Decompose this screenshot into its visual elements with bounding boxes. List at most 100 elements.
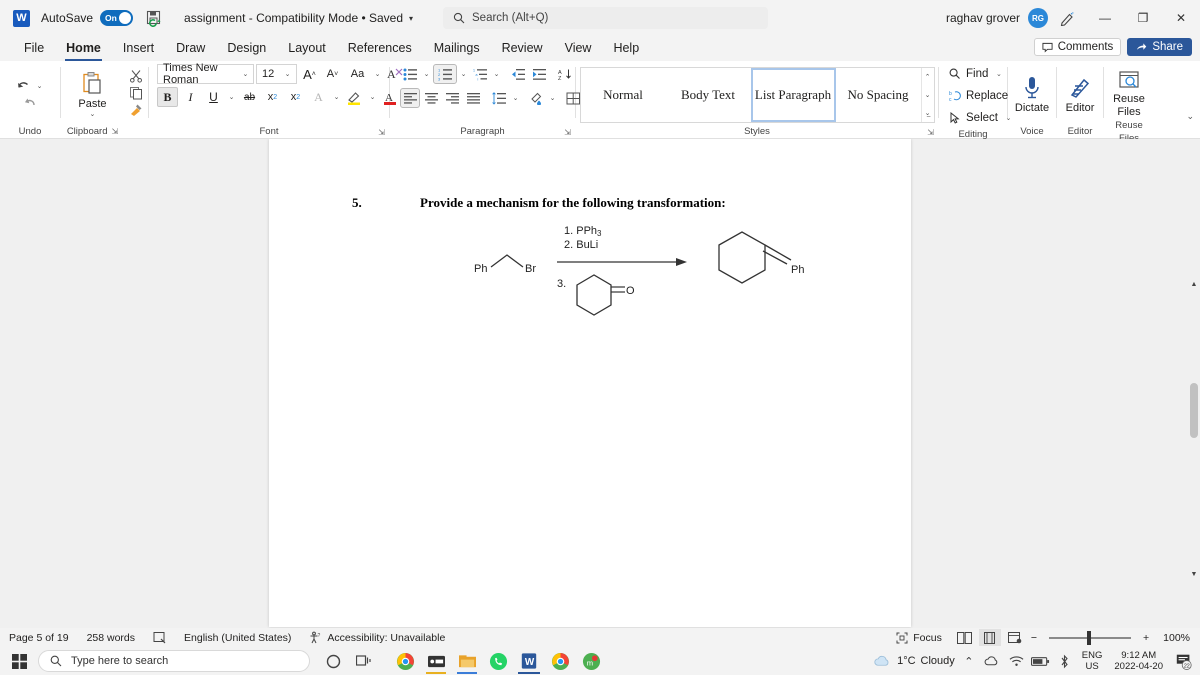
word-taskbar-icon[interactable]: W xyxy=(516,648,542,674)
onedrive-icon[interactable] xyxy=(983,648,1003,674)
style-no-spacing[interactable]: No Spacing xyxy=(836,68,921,122)
change-case-button[interactable]: Aa xyxy=(345,64,370,84)
zoom-slider[interactable] xyxy=(1049,630,1131,645)
subscript-button[interactable]: x2 xyxy=(262,87,283,107)
shading-chevron-down-icon[interactable]: ⌄ xyxy=(547,94,558,102)
superscript-button[interactable]: x2 xyxy=(285,87,306,107)
paste-button[interactable]: Paste ⌄ xyxy=(74,69,110,120)
scroll-down-icon[interactable]: ▼ xyxy=(1188,568,1200,581)
weather-widget[interactable]: 1°C Cloudy xyxy=(873,654,955,669)
vertical-scrollbar[interactable]: ▲ ▼ xyxy=(1188,278,1200,581)
files-icon[interactable] xyxy=(454,648,480,674)
zoom-slider-thumb[interactable] xyxy=(1087,630,1091,645)
increase-indent-button[interactable] xyxy=(529,64,549,84)
highlight-button[interactable] xyxy=(344,87,365,107)
search-box[interactable]: Search (Alt+Q) xyxy=(443,7,768,29)
underline-button[interactable]: U xyxy=(203,87,224,107)
tab-draw[interactable]: Draw xyxy=(165,36,216,61)
language-indicator[interactable]: English (United States) xyxy=(175,632,300,644)
grow-font-button[interactable]: A ˄ xyxy=(299,64,320,84)
line-spacing-button[interactable] xyxy=(489,88,509,108)
teams-icon[interactable]: m xyxy=(578,648,604,674)
tab-design[interactable]: Design xyxy=(216,36,277,61)
replace-button[interactable]: bc Replace xyxy=(946,86,1011,106)
decrease-indent-button[interactable] xyxy=(508,64,528,84)
numbering-button[interactable]: 1 2 3 xyxy=(433,64,457,84)
font-name-chevron-down-icon[interactable]: ⌄ xyxy=(241,70,250,78)
tab-insert[interactable]: Insert xyxy=(112,36,165,61)
tab-help[interactable]: Help xyxy=(602,36,650,61)
styles-gallery-scrollbar[interactable]: ⌃ ⌄ ⌄̲ xyxy=(920,68,934,122)
undo-dropdown-icon[interactable]: ⌄ xyxy=(34,82,45,90)
proofing-errors-icon[interactable] xyxy=(144,631,175,644)
chevron-up-icon[interactable]: ⌃ xyxy=(959,648,979,674)
tab-mailings[interactable]: Mailings xyxy=(423,36,491,61)
language-tray[interactable]: ENG US xyxy=(1079,650,1106,672)
accessibility-indicator[interactable]: ? Accessibility: Unavailable xyxy=(300,631,454,644)
collapse-ribbon-icon[interactable]: ⌄ xyxy=(1186,111,1194,122)
close-button[interactable]: ✕ xyxy=(1162,0,1200,36)
text-effects-button[interactable]: A xyxy=(308,87,329,107)
ribbon-display-options-icon[interactable] xyxy=(1048,0,1086,36)
justify-button[interactable] xyxy=(463,88,483,108)
editor-button[interactable]: Editor xyxy=(1062,73,1099,116)
styles-gallery[interactable]: Normal Body Text List Paragraph No Spaci… xyxy=(579,67,935,123)
restore-button[interactable]: ❐ xyxy=(1124,0,1162,36)
save-icon[interactable] xyxy=(145,9,163,27)
zoom-in-button[interactable]: + xyxy=(1141,632,1151,644)
focus-button[interactable]: Focus xyxy=(887,632,951,644)
zoom-level[interactable]: 100% xyxy=(1154,632,1196,644)
sort-az-icon[interactable]: AZ xyxy=(555,64,575,84)
styles-more-icon[interactable]: ⌄̲ xyxy=(922,104,934,122)
share-button[interactable]: Share xyxy=(1127,38,1192,56)
find-button[interactable]: Find ⌄ xyxy=(946,64,1007,84)
read-mode-button[interactable] xyxy=(954,629,976,646)
print-layout-button[interactable] xyxy=(978,629,1001,646)
word-count[interactable]: 258 words xyxy=(78,632,144,644)
styles-scroll-down-icon[interactable]: ⌄ xyxy=(922,86,934,104)
zoom-out-button[interactable]: − xyxy=(1029,632,1039,644)
styles-dialog-launcher[interactable]: ⇲ xyxy=(927,128,934,137)
media-icon[interactable] xyxy=(423,648,449,674)
wifi-icon[interactable] xyxy=(1007,648,1027,674)
scroll-up-icon[interactable]: ▲ xyxy=(1188,278,1200,291)
shrink-font-button[interactable]: A ˅ xyxy=(322,64,343,84)
notifications-button[interactable]: 22 xyxy=(1172,648,1196,674)
clipboard-dialog-launcher[interactable]: ⇲ xyxy=(111,125,118,138)
highlight-chevron-down-icon[interactable]: ⌄ xyxy=(367,93,378,101)
autosave-toggle[interactable]: On xyxy=(100,10,134,26)
underline-chevron-down-icon[interactable]: ⌄ xyxy=(226,93,237,101)
tab-home[interactable]: Home xyxy=(55,36,112,61)
italic-button[interactable]: I xyxy=(180,87,201,107)
taskbar-search[interactable]: Type here to search xyxy=(38,650,310,672)
strikethrough-button[interactable]: ab xyxy=(239,87,260,107)
cortana-icon[interactable] xyxy=(320,648,346,674)
align-left-button[interactable] xyxy=(400,88,420,108)
font-size-chevron-down-icon[interactable]: ⌄ xyxy=(282,70,293,78)
tab-references[interactable]: References xyxy=(337,36,423,61)
dictate-button[interactable]: Dictate xyxy=(1011,73,1053,116)
multilevel-list-button[interactable]: 1 a i xyxy=(470,64,490,84)
bold-button[interactable]: B xyxy=(157,87,178,107)
tab-layout[interactable]: Layout xyxy=(277,36,337,61)
format-painter-icon[interactable] xyxy=(129,103,143,117)
paragraph-dialog-launcher[interactable]: ⇲ xyxy=(564,128,571,137)
chrome2-icon[interactable] xyxy=(547,648,573,674)
comments-button[interactable]: Comments xyxy=(1033,38,1122,56)
style-body-text[interactable]: Body Text xyxy=(666,68,751,122)
cut-icon[interactable] xyxy=(129,69,143,83)
redo-icon[interactable] xyxy=(22,96,39,110)
align-right-button[interactable] xyxy=(442,88,462,108)
scrollbar-thumb[interactable] xyxy=(1190,383,1198,438)
bullets-button[interactable] xyxy=(400,64,420,84)
align-center-button[interactable] xyxy=(421,88,441,108)
find-chevron-down-icon[interactable]: ⌄ xyxy=(993,70,1004,78)
avatar[interactable]: RG xyxy=(1028,8,1048,28)
minimize-button[interactable]: — xyxy=(1086,0,1124,36)
windows-start-icon[interactable] xyxy=(0,647,38,675)
bullets-chevron-down-icon[interactable]: ⌄ xyxy=(421,70,432,78)
task-view-icon[interactable] xyxy=(351,648,377,674)
font-size-select[interactable]: 12 ⌄ xyxy=(256,64,297,84)
web-layout-button[interactable] xyxy=(1004,629,1026,646)
font-dialog-launcher[interactable]: ⇲ xyxy=(378,128,385,137)
